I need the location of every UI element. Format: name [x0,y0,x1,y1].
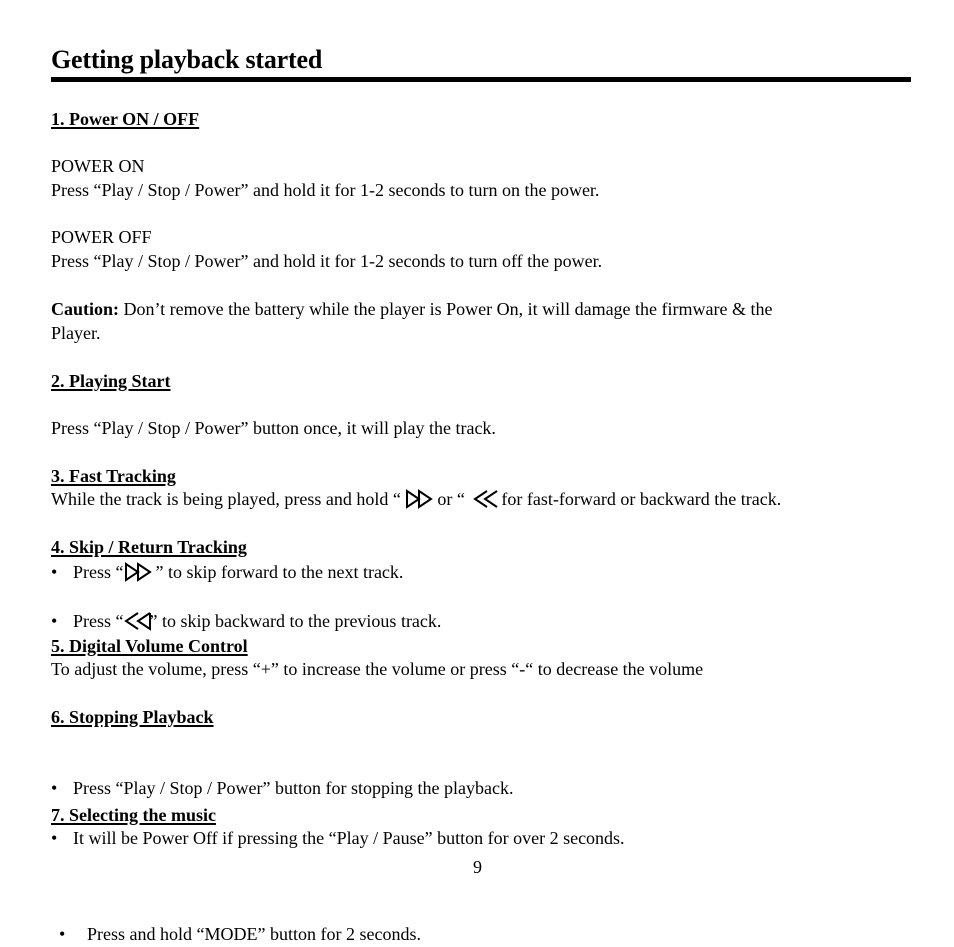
fast-tracking-text: While the track is being played, press a… [51,488,781,512]
volume-text: To adjust the volume, press “+” to incre… [51,659,704,679]
list-item-text: ” to skip forward to the next track. [155,562,404,582]
page-number: 9 [473,857,482,877]
power-on-text: Press “Play / Stop / Power” and hold it … [51,180,600,200]
list-item: Press “Play / Stop / Power” button for s… [51,777,911,801]
caution-text-cont: Player. [51,323,101,343]
manual-page: Getting playback started 1. Power ON / O… [51,0,911,946]
list-item: Press “ ” to skip forward to the next tra… [51,561,911,585]
fast-tracking-text-c: for fast-forward or backward the track. [501,489,782,509]
list-item: It will be Power Off if pressing the “Pl… [51,827,911,851]
list-item-text: Press “ [73,610,124,631]
skip-forward-icon [124,562,156,582]
power-off-text: Press “Play / Stop / Power” and hold it … [51,251,603,271]
list-item-text: ” to skip backward to the previous track… [149,610,442,631]
list-item: Press and hold “MODE” button for 2 secon… [51,923,911,947]
section-heading-fast-tracking: 3. Fast Tracking [51,466,176,486]
fast-tracking-text-b: or “ [437,489,470,509]
section-heading-selecting-music: 7. Selecting the music [51,805,216,825]
power-off-label: POWER OFF [51,227,152,247]
fast-tracking-text-a: While the track is being played, press a… [51,489,406,509]
section-heading-playing-start: 2. Playing Start [51,371,171,391]
page-title: Getting playback started [51,45,323,74]
playing-start-text: Press “Play / Stop / Power” button once,… [51,418,496,438]
skip-backward-icon [123,611,151,631]
power-on-label: POWER ON [51,156,145,176]
list-item-text: Press “ [73,562,124,582]
list-item: Press “ ” to skip backward to the previou… [51,610,911,634]
fast-forward-icon [405,489,437,509]
caution-label: Caution: [51,299,120,319]
rewind-icon [469,490,501,508]
section-heading-volume: 5. Digital Volume Control [51,636,248,656]
title-rule [51,77,911,82]
caution-note: Caution: Don’t remove the battery while … [51,298,773,322]
caution-text: Don’t remove the battery while the playe… [119,299,773,319]
section-heading-skip-return: 4. Skip / Return Tracking [51,537,247,557]
section-heading-power: 1. Power ON / OFF [51,109,200,129]
section-heading-stopping: 6. Stopping Playback [51,707,214,727]
